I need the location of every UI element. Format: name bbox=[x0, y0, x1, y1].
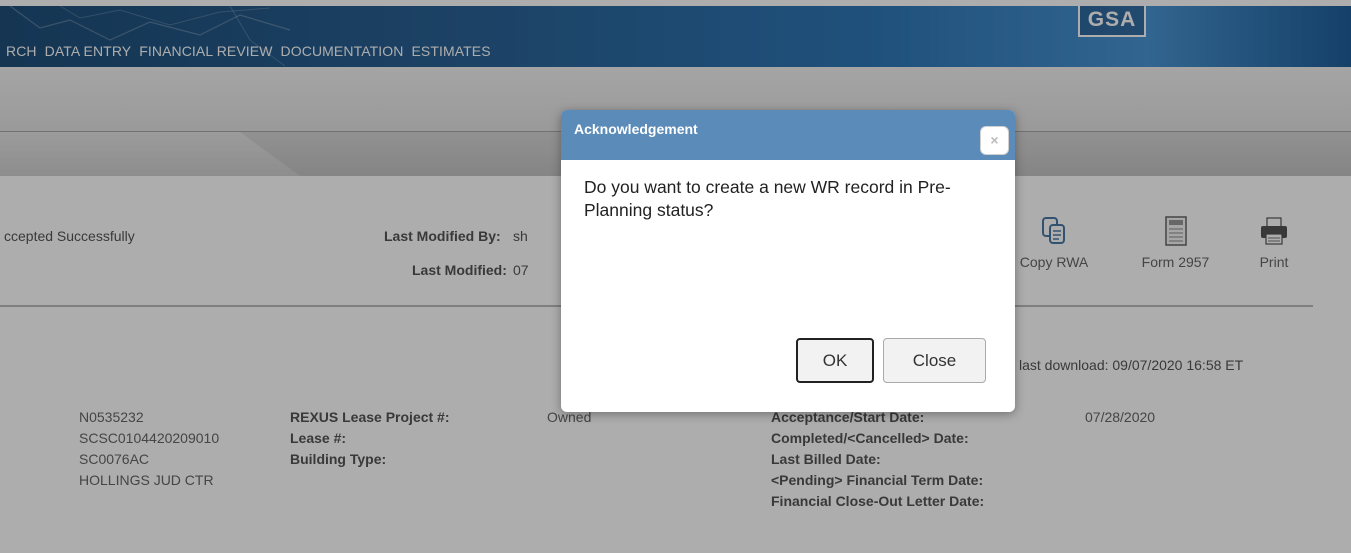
close-button[interactable]: Close bbox=[883, 338, 986, 383]
dialog-message: Do you want to create a new WR record in… bbox=[584, 177, 951, 220]
dialog-title: Acknowledgement bbox=[574, 121, 698, 137]
close-icon[interactable]: × bbox=[980, 126, 1009, 155]
acknowledgement-dialog: Acknowledgement × Do you want to create … bbox=[561, 110, 1015, 412]
ok-button[interactable]: OK bbox=[796, 338, 874, 383]
dialog-title-bar: Acknowledgement × bbox=[561, 110, 1015, 160]
